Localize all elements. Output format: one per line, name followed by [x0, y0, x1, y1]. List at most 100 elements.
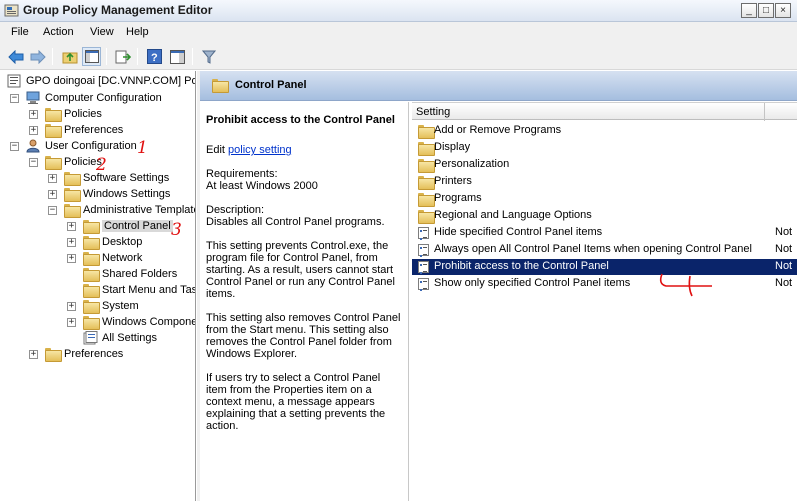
- tree-administrative-templates[interactable]: Administrative Templates: [64, 202, 196, 218]
- tree-all-settings-label: All Settings: [102, 332, 158, 344]
- policy-setting-icon: [418, 278, 429, 291]
- policy-setting-icon: [418, 244, 429, 257]
- tree-root[interactable]: GPO doingoai [DC.VNNP.COM] Policy: [7, 73, 195, 89]
- collapse-toggle[interactable]: −: [10, 142, 19, 151]
- collapse-toggle[interactable]: −: [48, 206, 57, 215]
- forward-arrow-icon: [30, 49, 46, 64]
- tree-system[interactable]: System: [83, 298, 139, 314]
- toolbar-separator: [192, 48, 193, 65]
- tree-windows-components-label: Windows Components: [102, 316, 195, 328]
- tree-desktop[interactable]: Desktop: [83, 234, 142, 250]
- collapse-toggle[interactable]: −: [10, 94, 19, 103]
- list-item-state: Not: [775, 277, 793, 289]
- tree-network[interactable]: Network: [83, 250, 142, 266]
- description-label: Description:: [206, 204, 265, 216]
- tree-shared-folders[interactable]: Shared Folders: [83, 266, 177, 282]
- menu-view[interactable]: View: [90, 26, 114, 38]
- export-list-icon: [115, 50, 131, 63]
- expand-toggle[interactable]: +: [29, 350, 38, 359]
- show-action-pane-button[interactable]: [168, 47, 187, 66]
- console-tree: GPO doingoai [DC.VNNP.COM] Policy − Comp…: [0, 71, 196, 501]
- tree-administrative-templates-label: Administrative Templates: [83, 204, 196, 216]
- title-bar: Group Policy Management Editor _ □ ×: [0, 0, 797, 22]
- extended-description-pane: Prohibit access to the Control Panel Edi…: [200, 102, 409, 501]
- tree-start-menu[interactable]: Start Menu and Taskbar: [83, 282, 196, 298]
- list-item-state: Not: [775, 260, 793, 272]
- tree-uc-preferences[interactable]: Preferences: [45, 346, 123, 362]
- description-paragraph-1: This setting prevents Control.exe, the p…: [206, 240, 395, 300]
- folder-icon: [83, 284, 100, 298]
- gpo-app-icon: [4, 4, 19, 17]
- list-item-selected[interactable]: Prohibit access to the Control Panel Not: [412, 259, 797, 275]
- folder-icon: [64, 204, 81, 218]
- tree-all-settings[interactable]: All Settings: [83, 330, 157, 346]
- list-item-label: Personalization: [434, 158, 510, 170]
- tree-control-panel[interactable]: Control Panel: [83, 218, 173, 234]
- list-item[interactable]: Printers: [412, 174, 797, 190]
- folder-icon: [418, 159, 435, 173]
- list-item[interactable]: Always open All Control Panel Items when…: [412, 242, 797, 258]
- description-paragraph-2: This setting also removes Control Panel …: [206, 312, 401, 360]
- export-list-button[interactable]: [113, 47, 132, 66]
- column-divider[interactable]: [764, 103, 765, 121]
- folder-icon: [45, 108, 62, 122]
- menu-action[interactable]: Action: [43, 26, 74, 38]
- expand-toggle[interactable]: +: [48, 174, 57, 183]
- expand-toggle[interactable]: +: [67, 222, 76, 231]
- column-header-setting[interactable]: Setting: [416, 106, 450, 118]
- list-item[interactable]: Regional and Language Options: [412, 208, 797, 224]
- list-item[interactable]: Show only specified Control Panel items …: [412, 276, 797, 292]
- collapse-toggle[interactable]: −: [29, 158, 38, 167]
- tree-cc-preferences[interactable]: Preferences: [45, 122, 123, 138]
- expand-toggle[interactable]: +: [67, 318, 76, 327]
- folder-icon: [45, 156, 62, 170]
- list-item-state: Not: [775, 226, 793, 238]
- list-item-label: Prohibit access to the Control Panel: [434, 260, 609, 272]
- close-button[interactable]: ×: [775, 3, 791, 18]
- filter-button[interactable]: [199, 47, 218, 66]
- menu-file[interactable]: File: [11, 26, 29, 38]
- filter-icon: [201, 50, 216, 64]
- toolbar-separator: [137, 48, 138, 65]
- tree-windows-settings[interactable]: Windows Settings: [64, 186, 170, 202]
- list-item[interactable]: Personalization: [412, 157, 797, 173]
- folder-icon: [64, 172, 81, 186]
- policy-setting-icon: [418, 261, 429, 274]
- list-item-label: Add or Remove Programs: [434, 124, 562, 136]
- folder-icon: [83, 268, 100, 282]
- folder-icon: [83, 316, 100, 330]
- tree-uc-preferences-label: Preferences: [64, 348, 124, 360]
- tree-user-configuration[interactable]: User Configuration: [25, 138, 137, 154]
- list-item[interactable]: Hide specified Control Panel items Not: [412, 225, 797, 241]
- edit-policy-setting-link[interactable]: policy setting: [228, 144, 292, 156]
- back-arrow-icon: [7, 49, 23, 64]
- expand-toggle[interactable]: +: [67, 302, 76, 311]
- tree-cc-preferences-label: Preferences: [64, 124, 124, 136]
- expand-toggle[interactable]: +: [48, 190, 57, 199]
- back-button[interactable]: [6, 47, 25, 66]
- minimize-button[interactable]: _: [741, 3, 757, 18]
- expand-toggle[interactable]: +: [67, 254, 76, 263]
- expand-toggle[interactable]: +: [29, 110, 38, 119]
- list-item[interactable]: Programs: [412, 191, 797, 207]
- tree-network-label: Network: [102, 252, 143, 264]
- up-one-level-button[interactable]: [60, 47, 79, 66]
- forward-button[interactable]: [28, 47, 47, 66]
- maximize-button[interactable]: □: [758, 3, 774, 18]
- tree-software-settings[interactable]: Software Settings: [64, 170, 169, 186]
- tree-windows-components[interactable]: Windows Components: [83, 314, 195, 330]
- tree-start-menu-label: Start Menu and Taskbar: [102, 284, 196, 296]
- list-item-label: Always open All Control Panel Items when…: [434, 243, 752, 255]
- list-item[interactable]: Add or Remove Programs: [412, 123, 797, 139]
- expand-toggle[interactable]: +: [67, 238, 76, 247]
- help-button[interactable]: ?: [145, 47, 164, 66]
- expand-toggle[interactable]: +: [29, 126, 38, 135]
- list-item[interactable]: Display: [412, 140, 797, 156]
- tree-uc-policies[interactable]: Policies: [45, 154, 102, 170]
- menu-help[interactable]: Help: [126, 26, 149, 38]
- tree-cc-policies[interactable]: Policies: [45, 106, 102, 122]
- details-pane: Control Panel Prohibit access to the Con…: [200, 71, 797, 501]
- show-hide-console-tree-button[interactable]: [82, 47, 101, 66]
- edit-prefix: Edit: [206, 144, 225, 156]
- tree-computer-configuration[interactable]: Computer Configuration: [25, 90, 162, 106]
